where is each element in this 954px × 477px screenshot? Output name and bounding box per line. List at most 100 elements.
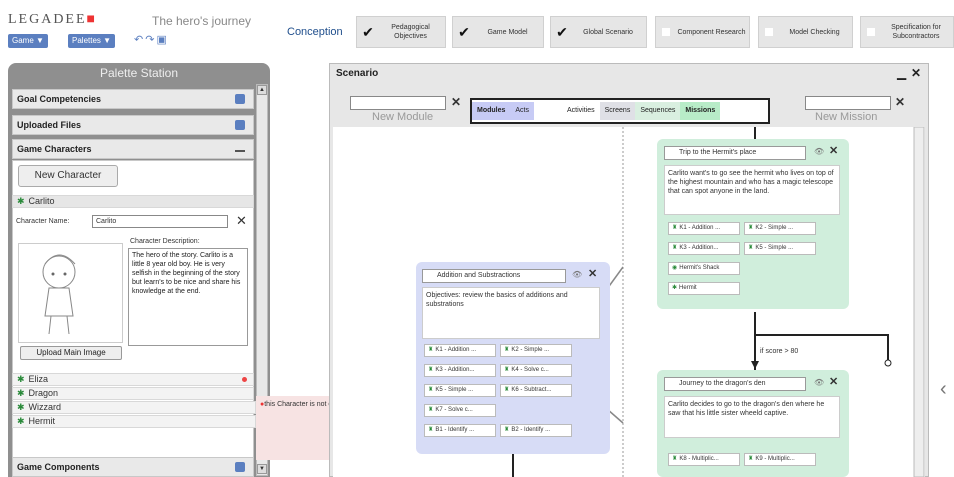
- app-logo: LEGADEE■: [8, 12, 98, 27]
- character-icon: ✱: [17, 196, 25, 206]
- conception-label: Conception: [287, 26, 343, 38]
- step-specification[interactable]: Specification for Subcontractors: [860, 16, 954, 48]
- competency-pill[interactable]: ♜ K1 - Addition ...: [424, 344, 496, 357]
- scroll-down-arrow-icon[interactable]: ▼: [257, 464, 267, 474]
- tab-missions[interactable]: Missions: [680, 102, 721, 120]
- new-module-label[interactable]: New Module: [372, 111, 433, 123]
- competency-icon: ♜: [428, 347, 434, 353]
- transition-condition[interactable]: if score > 80: [758, 348, 801, 355]
- unchecked-box-icon: [867, 28, 875, 36]
- tab-modules[interactable]: Modules: [472, 102, 511, 120]
- uploaded-files-section[interactable]: Uploaded Files: [12, 115, 254, 135]
- new-mission-input[interactable]: [805, 96, 891, 110]
- save-icon[interactable]: ▣: [156, 34, 168, 46]
- competency-pill[interactable]: ♜ K7 - Solve c...: [424, 404, 496, 417]
- competency-pill[interactable]: ♜ K6 - Subtract...: [500, 384, 572, 397]
- character-icon: ✱: [17, 374, 25, 384]
- competency-pill[interactable]: ♜ B2 - Identify ...: [500, 424, 572, 437]
- competency-pill[interactable]: ♜ K2 - Simple ...: [500, 344, 572, 357]
- competency-icon: ♜: [504, 367, 510, 373]
- chevron-left-icon[interactable]: ‹: [940, 378, 947, 401]
- scroll-up-arrow-icon[interactable]: ▲: [257, 85, 267, 95]
- step-model-checking[interactable]: Model Checking: [758, 16, 853, 48]
- competency-pill[interactable]: ♜ K5 - Simple ...: [424, 384, 496, 397]
- character-description-field[interactable]: The hero of the story. Carlito is a litt…: [128, 248, 248, 346]
- warning-dot-icon: [242, 377, 247, 382]
- edit-icon[interactable]: [235, 462, 245, 472]
- character-name-input[interactable]: Carlito: [92, 215, 228, 228]
- mission-description[interactable]: Carlito want's to go see the hermit who …: [664, 165, 840, 215]
- new-character-button[interactable]: New Character: [18, 165, 118, 187]
- edit-icon[interactable]: [235, 94, 245, 104]
- visibility-icon[interactable]: 👁: [814, 147, 824, 156]
- new-module-input[interactable]: [350, 96, 446, 110]
- character-icon: ✱: [17, 402, 25, 412]
- competency-pill[interactable]: ♜ B1 - Identify ...: [424, 424, 496, 437]
- competency-pill[interactable]: ♜ K2 - Simple ...: [744, 222, 816, 235]
- location-icon: ◉: [672, 265, 678, 271]
- module-card-title[interactable]: Addition and Substractions: [422, 269, 566, 283]
- competency-icon: ♜: [428, 387, 434, 393]
- competency-pill[interactable]: ♜ K8 - Multiplic...: [668, 453, 740, 466]
- delete-mission-icon[interactable]: ✕: [895, 95, 905, 109]
- competency-icon: ♜: [748, 456, 754, 462]
- undo-icon[interactable]: ↶: [134, 34, 145, 46]
- character-row-eliza[interactable]: ✱ Eliza: [12, 373, 254, 386]
- competency-icon: ♜: [504, 427, 510, 433]
- character-description-label: Character Description:: [130, 238, 200, 245]
- competency-pill[interactable]: ♜ K4 - Solve c...: [500, 364, 572, 377]
- character-row-hermit[interactable]: ✱ Hermit: [12, 415, 256, 428]
- competency-icon: ♜: [428, 427, 434, 433]
- tab-screens[interactable]: Screens: [599, 102, 636, 120]
- goal-competencies-section[interactable]: Goal Competencies: [12, 89, 254, 109]
- module-objectives[interactable]: Objectives: review the basics of additio…: [422, 287, 600, 339]
- minimize-icon[interactable]: ▁: [897, 66, 906, 80]
- competency-pill[interactable]: ♜ K3 - Addition...: [668, 242, 740, 255]
- competency-icon: ♜: [672, 225, 678, 231]
- check-icon: ✔: [362, 23, 374, 40]
- tab-activities[interactable]: Activities: [562, 102, 600, 120]
- competency-pill[interactable]: ♜ K5 - Simple ...: [744, 242, 816, 255]
- delete-module-card-icon[interactable]: ✕: [588, 267, 597, 280]
- close-icon[interactable]: ✕: [236, 213, 247, 229]
- competency-icon: ♜: [428, 367, 434, 373]
- character-icon: ✱: [672, 285, 678, 291]
- mission-description[interactable]: Carlito decides to go to the dragon's de…: [664, 396, 840, 438]
- redo-icon[interactable]: ↷: [145, 34, 156, 46]
- competency-icon: ♜: [428, 407, 434, 413]
- character-row-wizzard[interactable]: ✱ Wizzard: [12, 401, 256, 414]
- upload-main-image-button[interactable]: Upload Main Image: [20, 346, 122, 360]
- step-component-research[interactable]: Component Research: [655, 16, 750, 48]
- edit-icon[interactable]: [235, 120, 245, 130]
- scenario-title: Scenario: [336, 68, 379, 79]
- delete-mission-card-icon[interactable]: ✕: [829, 144, 838, 157]
- character-pill[interactable]: ✱ Hermit: [668, 282, 740, 295]
- character-row-dragon[interactable]: ✱ Dragon: [12, 387, 254, 400]
- new-mission-label[interactable]: New Mission: [815, 111, 877, 123]
- step-global-scenario[interactable]: ✔ Global Scenario: [550, 16, 647, 48]
- delete-module-icon[interactable]: ✕: [451, 95, 461, 109]
- palettes-menu-button[interactable]: Palettes ▼: [68, 34, 116, 48]
- competency-pill[interactable]: ♜ K9 - Multiplic...: [744, 453, 816, 466]
- unchecked-box-icon: [662, 28, 670, 36]
- character-icon: ✱: [17, 388, 25, 398]
- tab-acts[interactable]: Acts: [510, 102, 535, 120]
- game-characters-section[interactable]: Game Characters: [12, 139, 254, 159]
- delete-mission-card-icon[interactable]: ✕: [829, 375, 838, 388]
- collapse-icon[interactable]: [235, 150, 245, 152]
- competency-icon: ♜: [748, 245, 754, 251]
- close-window-icon[interactable]: ✕: [911, 66, 921, 80]
- location-pill[interactable]: ◉ Hermit's Shack: [668, 262, 740, 275]
- character-row-selected[interactable]: ✱ Carlito: [12, 195, 254, 208]
- game-menu-button[interactable]: Game ▼: [8, 34, 48, 48]
- game-components-section[interactable]: Game Components: [12, 457, 254, 477]
- competency-pill[interactable]: ♜ K1 - Addition ...: [668, 222, 740, 235]
- mission-title[interactable]: Trip to the Hermit's place: [664, 146, 806, 160]
- visibility-icon[interactable]: 👁: [572, 270, 582, 279]
- visibility-icon[interactable]: 👁: [814, 378, 824, 387]
- step-game-model[interactable]: ✔ Game Model: [452, 16, 544, 48]
- competency-pill[interactable]: ♜ K3 - Addition...: [424, 364, 496, 377]
- tab-sequences[interactable]: Sequences: [635, 102, 681, 120]
- step-pedagogical-objectives[interactable]: ✔ Pedagogical Objectives: [356, 16, 446, 48]
- mission-title[interactable]: Journey to the dragon's den: [664, 377, 806, 391]
